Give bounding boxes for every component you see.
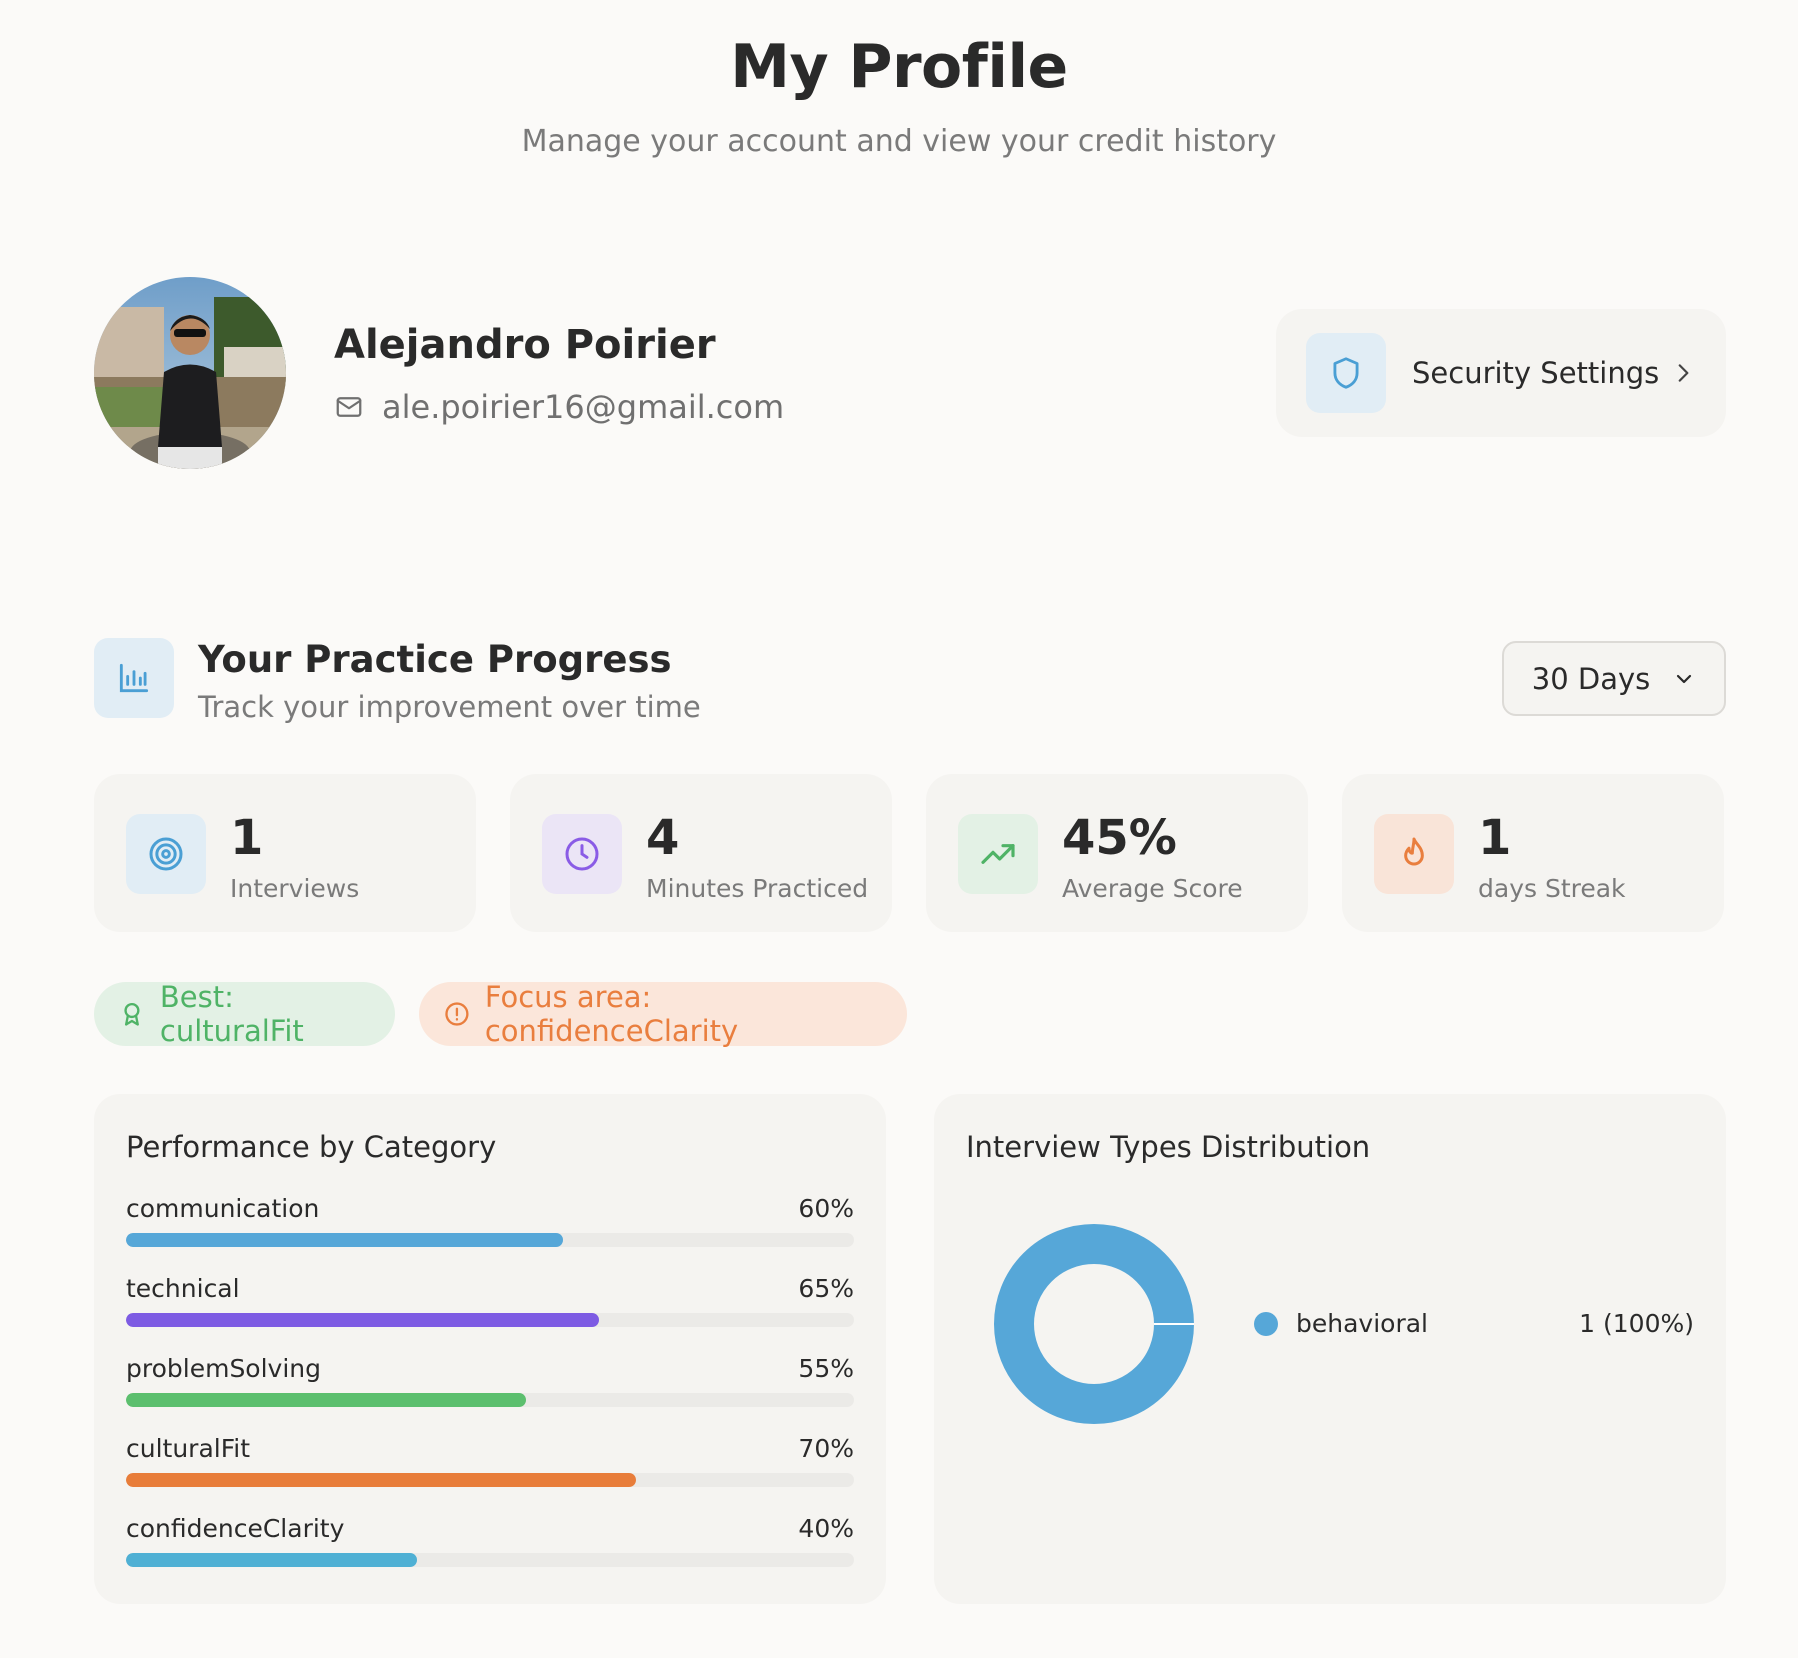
- category-track: [126, 1553, 854, 1567]
- category-track: [126, 1393, 854, 1407]
- legend-label: behavioral: [1296, 1309, 1428, 1338]
- mail-icon: [336, 397, 362, 417]
- progress-icon-tile: [94, 638, 174, 718]
- category-percent: 60%: [798, 1194, 854, 1223]
- stat-icon-tile: [1374, 814, 1454, 894]
- stat-card-streak: 1 days Streak: [1342, 774, 1724, 932]
- category-row: problemSolving 55%: [126, 1354, 854, 1407]
- category-fill: [126, 1393, 527, 1407]
- chevron-right-icon: [1678, 364, 1689, 382]
- legend-value: 1 (100%): [1579, 1309, 1694, 1338]
- stat-label: Average Score: [1062, 874, 1243, 903]
- stat-value: 1: [1478, 810, 1512, 866]
- security-settings-button[interactable]: Security Settings: [1276, 309, 1726, 437]
- best-category-badge: Best: culturalFit: [94, 980, 395, 1048]
- user-email: ale.poirier16@gmail.com: [382, 388, 785, 426]
- page-title: My Profile: [730, 32, 1068, 102]
- stat-value: 45%: [1062, 810, 1177, 866]
- category-fill: [126, 1313, 600, 1327]
- legend-dot: [1254, 1311, 1278, 1336]
- progress-subtitle: Track your improvement over time: [198, 690, 701, 724]
- user-name: Alejandro Poirier: [334, 322, 716, 368]
- category-track: [126, 1313, 854, 1327]
- donut-slice: [994, 1224, 1194, 1424]
- time-range-value: 30 Days: [1531, 661, 1651, 696]
- profile-page: My Profile Manage your account and view …: [0, 0, 1798, 1658]
- category-fill: [126, 1233, 563, 1247]
- stat-icon-tile: [958, 814, 1038, 894]
- category-percent: 65%: [798, 1274, 854, 1303]
- progress-title: Your Practice Progress: [198, 638, 672, 681]
- performance-panel: Performance by Category communication 60…: [94, 1094, 886, 1604]
- bar-chart-icon: [119, 663, 149, 693]
- stat-icon-tile: [542, 814, 622, 894]
- security-settings-label: Security Settings: [1412, 356, 1660, 390]
- trending-up-icon: [981, 844, 1015, 864]
- category-percent: 55%: [798, 1354, 854, 1383]
- flame-icon: [1404, 837, 1424, 866]
- stat-label: Minutes Practiced: [646, 874, 869, 903]
- stat-icon-tile: [126, 814, 206, 894]
- category-percent: 70%: [798, 1434, 854, 1463]
- category-row: confidenceClarity 40%: [126, 1514, 854, 1567]
- alert-circle-icon: [445, 1002, 469, 1026]
- clock-icon: [565, 837, 599, 871]
- stat-card-average-score: 45% Average Score: [926, 774, 1308, 932]
- category-name: communication: [126, 1194, 320, 1223]
- stat-value: 4: [646, 810, 680, 866]
- stat-card-interviews: 1 Interviews: [94, 774, 476, 932]
- focus-area-label: Focus area: confidenceClarity: [484, 980, 739, 1048]
- category-row: communication 60%: [126, 1194, 854, 1247]
- award-icon: [124, 1002, 140, 1026]
- stat-label: Interviews: [230, 874, 360, 903]
- focus-area-badge: Focus area: confidenceClarity: [419, 980, 907, 1048]
- category-track: [126, 1473, 854, 1487]
- user-photo-icon: [94, 277, 286, 469]
- category-percent: 40%: [798, 1514, 854, 1543]
- donut-chart: [994, 1224, 1194, 1424]
- best-category-label: Best: culturalFit: [159, 980, 304, 1048]
- target-icon: [149, 837, 183, 871]
- security-icon-tile: [1306, 333, 1386, 413]
- distribution-panel: Interview Types Distribution behavioral …: [934, 1094, 1726, 1604]
- category-row: technical 65%: [126, 1274, 854, 1327]
- shield-icon: [1333, 357, 1359, 389]
- category-row: culturalFit 70%: [126, 1434, 854, 1487]
- time-range-select[interactable]: 30 Days: [1502, 641, 1726, 716]
- distribution-title: Interview Types Distribution: [966, 1130, 1371, 1164]
- category-name: confidenceClarity: [126, 1514, 345, 1543]
- avatar: [94, 277, 286, 469]
- category-fill: [126, 1473, 636, 1487]
- page-subtitle: Manage your account and view your credit…: [521, 124, 1277, 159]
- stat-card-minutes: 4 Minutes Practiced: [510, 774, 892, 932]
- stat-label: days Streak: [1478, 874, 1626, 903]
- category-name: technical: [126, 1274, 240, 1303]
- category-name: culturalFit: [126, 1434, 251, 1463]
- email-row: ale.poirier16@gmail.com: [334, 388, 784, 426]
- performance-title: Performance by Category: [126, 1130, 497, 1164]
- category-fill: [126, 1553, 418, 1567]
- legend-item: behavioral 1 (100%): [1254, 1309, 1694, 1338]
- category-track: [126, 1233, 854, 1247]
- chevron-down-icon: [1677, 674, 1692, 683]
- category-name: problemSolving: [126, 1354, 322, 1383]
- stat-value: 1: [230, 810, 264, 866]
